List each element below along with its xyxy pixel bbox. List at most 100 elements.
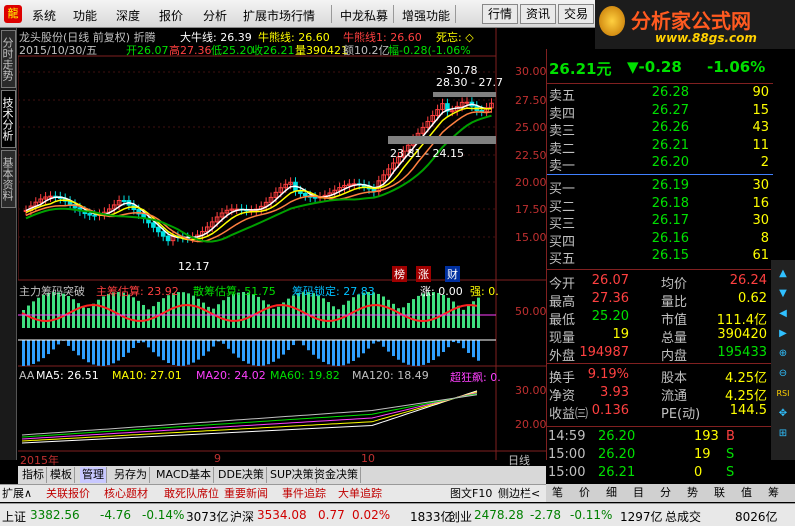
indicator-tab[interactable]: MACD基本 (154, 467, 214, 483)
quote-tabs: 笔价细目分势联值筹 (546, 484, 795, 502)
indicator-tab[interactable]: 指标 (20, 467, 47, 483)
right-icon[interactable]: ▶ (775, 326, 791, 342)
sh-change: -4.76 (100, 508, 132, 522)
indicator-tab[interactable]: SUP决策 (268, 467, 317, 483)
sz-name[interactable]: 沪深 (230, 508, 254, 525)
function-button[interactable]: 关联报价 (46, 486, 90, 502)
zoom-icon[interactable]: ⊞ (775, 426, 791, 442)
menu-enhanced[interactable]: 增强功能 (402, 7, 450, 24)
stat-value: 0.62 (738, 291, 767, 306)
move-icon[interactable]: ✥ (775, 406, 791, 422)
tick-row: 15:00 26.20 19 S (546, 447, 771, 465)
menu-extended-market[interactable]: 扩展市场行情 (243, 7, 315, 24)
tick-time: 15:00 (548, 465, 586, 480)
down-icon[interactable]: ▼ (775, 286, 791, 302)
menu-system[interactable]: 系统 (32, 7, 56, 24)
buy-row[interactable]: 买一 26.19 30 (547, 177, 769, 197)
stat-label: 外盘 (549, 349, 576, 364)
quote-tab[interactable]: 势 (687, 485, 698, 501)
sz-value: 3534.08 (257, 508, 307, 522)
ind1-bar-down (222, 340, 225, 344)
quote-tab[interactable]: 分 (660, 485, 671, 501)
f10-button[interactable]: 图文F10 (450, 486, 492, 502)
quote-button[interactable]: 行情 (482, 4, 518, 24)
sell-row[interactable]: 卖五 26.28 90 (547, 84, 769, 104)
order-price: 26.26 (651, 120, 689, 135)
menu-analysis[interactable]: 分析 (203, 7, 227, 24)
indicator-tab[interactable]: 模板 (48, 467, 75, 483)
up-icon[interactable]: ▲ (775, 266, 791, 282)
sell-row[interactable]: 卖一 26.20 2 (547, 154, 769, 174)
indicator-tab[interactable]: 资金决策 (312, 467, 361, 483)
stat-value: 3.93 (600, 385, 629, 400)
menu-divider (455, 5, 456, 23)
menu-quote[interactable]: 报价 (159, 7, 183, 24)
badge-finance[interactable]: 财 (445, 266, 460, 282)
ind1-bar-down (177, 340, 180, 366)
function-button[interactable]: 事件追踪 (282, 486, 326, 502)
quote-tab[interactable]: 价 (579, 485, 590, 501)
sell-row[interactable]: 卖四 26.27 15 (547, 102, 769, 122)
menu-divider (393, 5, 394, 23)
function-button[interactable]: 大单追踪 (338, 486, 382, 502)
indicator-tab[interactable]: 另存为 (112, 467, 150, 483)
menu-function[interactable]: 功能 (73, 7, 97, 24)
ind1-bar-down (207, 340, 210, 352)
app-icon[interactable]: 龍 (4, 5, 22, 23)
ind1-bar-up (462, 309, 465, 328)
badge-up[interactable]: 涨 (416, 266, 431, 282)
quote-tab[interactable]: 笔 (552, 485, 563, 501)
indicator-tab[interactable]: DDE决策 (216, 467, 267, 483)
function-button[interactable]: 扩展∧ (2, 486, 32, 502)
sell-row[interactable]: 卖三 26.26 43 (547, 119, 769, 139)
quote-tab[interactable]: 联 (714, 485, 725, 501)
ind2-line (21, 391, 478, 442)
order-volume: 15 (752, 102, 769, 118)
trade-button[interactable]: 交易 (558, 4, 594, 24)
zoom-in-icon[interactable]: ⊕ (775, 346, 791, 362)
news-button[interactable]: 资讯 (520, 4, 556, 24)
buy-row[interactable]: 买三 26.17 30 (547, 212, 769, 232)
quote-tab[interactable]: 细 (606, 485, 617, 501)
tick-side: S (726, 465, 735, 480)
cy-name[interactable]: 创业 (448, 508, 472, 525)
badge-rank[interactable]: 榜 (392, 266, 407, 282)
zoom-out-icon[interactable]: ⊖ (775, 366, 791, 382)
ind1-bar-up (392, 303, 395, 328)
function-button[interactable]: 重要新闻 (224, 486, 268, 502)
menu-depth[interactable]: 深度 (116, 7, 140, 24)
rsi-icon[interactable]: RSI (775, 386, 791, 402)
ind1-bar-down (237, 340, 240, 358)
yaxis-label: 27.50 (515, 94, 547, 107)
ind1-bar-up (467, 305, 470, 328)
function-button[interactable]: 敢死队席位 (164, 486, 219, 502)
quote-tab[interactable]: 值 (741, 485, 752, 501)
indicator2-ma120: MA120: 18.49 (352, 369, 429, 382)
function-button[interactable]: 核心题材 (104, 486, 148, 502)
quote-tab[interactable]: 目 (633, 485, 644, 501)
indicator-tab[interactable]: 管理 (80, 467, 107, 483)
ind1-bar-up (87, 308, 90, 328)
tab-technical[interactable]: 技术分析 (1, 90, 16, 148)
ind1-bar-down (197, 340, 200, 360)
ind1-bar-down (117, 340, 120, 361)
tab-intraday[interactable]: 分时走势 (1, 30, 16, 88)
quote-tab[interactable]: 筹 (768, 485, 779, 501)
ind1-bar-down (147, 340, 150, 348)
buy-row[interactable]: 买四 26.16 8 (547, 230, 769, 250)
stat-value: 0.136 (591, 403, 629, 418)
tab-fundamentals[interactable]: 基本资料 (1, 150, 16, 208)
menu-private-fund[interactable]: 中龙私募 (340, 7, 388, 24)
chart-area[interactable]: 龙头股份(日线 前复权) 折腾 大牛线: 26.39 牛熊线: 26.60 牛熊… (18, 28, 547, 467)
ind1-bar-up (137, 300, 140, 328)
sh-name[interactable]: 上证 (2, 508, 26, 525)
sidebar-toggle[interactable]: 侧边栏< (498, 486, 540, 502)
stat-value: 25.20 (591, 309, 629, 324)
ind1-bar-down (227, 340, 230, 349)
range-box-high (433, 92, 496, 97)
ind1-bar-down (212, 340, 215, 347)
left-icon[interactable]: ◀ (775, 306, 791, 322)
buy-row[interactable]: 买二 26.18 16 (547, 195, 769, 215)
buy-row[interactable]: 买五 26.15 61 (547, 247, 769, 267)
sell-row[interactable]: 卖二 26.21 11 (547, 137, 769, 157)
